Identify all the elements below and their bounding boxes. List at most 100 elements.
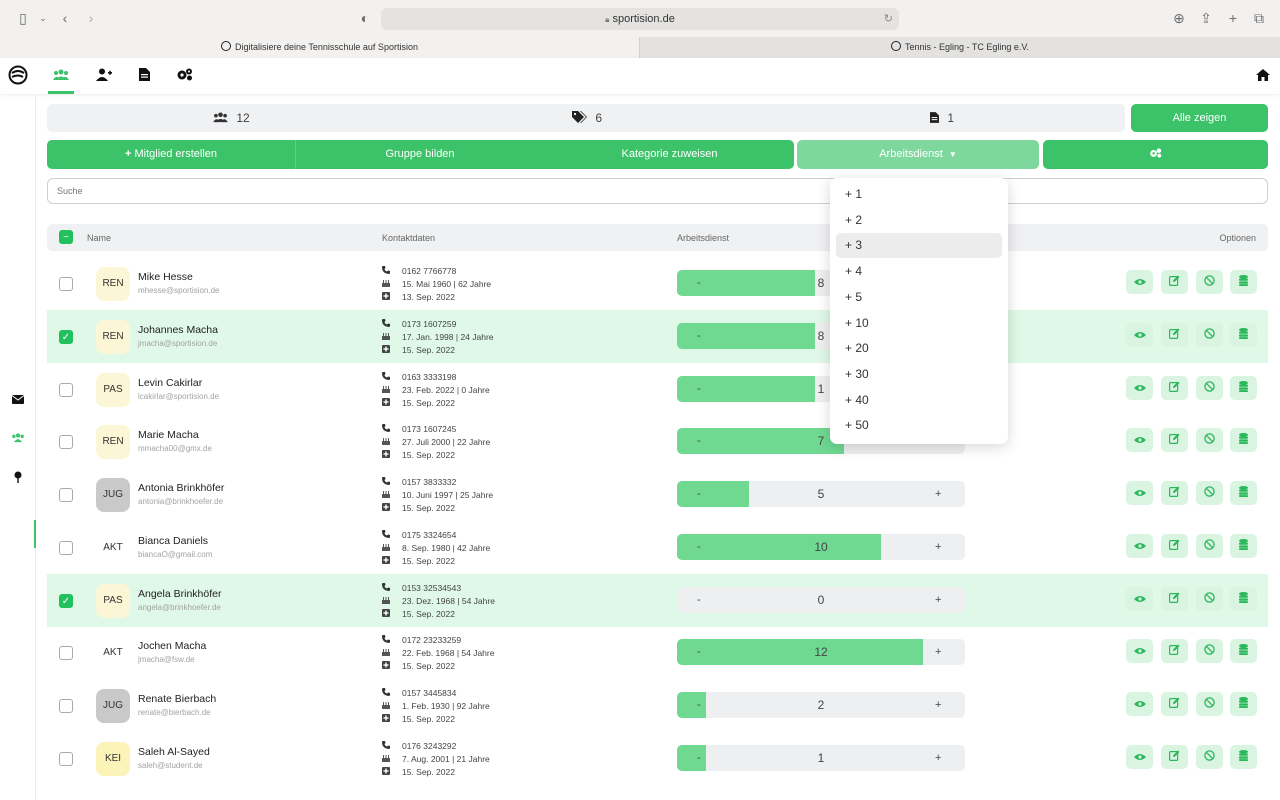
view-eye-icon[interactable] — [1126, 270, 1153, 294]
database-icon[interactable] — [1230, 375, 1257, 400]
table-row[interactable]: PAS Levin Cakirlar lcakirlar@sportision.… — [47, 363, 1268, 416]
create-member-button[interactable]: + Mitglied erstellen — [47, 140, 296, 169]
table-row[interactable]: AKT Bianca Daniels biancaO@gmail.com 017… — [47, 521, 1268, 574]
block-icon[interactable] — [1196, 639, 1223, 664]
block-icon[interactable] — [1196, 428, 1223, 453]
duty-increment-button[interactable]: + — [935, 481, 941, 507]
forward-icon[interactable]: › — [82, 9, 100, 27]
block-icon[interactable] — [1196, 744, 1223, 769]
tab-sportision[interactable]: Digitalisiere deine Tennisschule auf Spo… — [0, 37, 639, 58]
dropdown-item[interactable]: + 5 — [836, 285, 1002, 310]
dropdown-item[interactable]: + 10 — [836, 311, 1002, 336]
duty-decrement-button[interactable]: - — [697, 428, 701, 454]
table-row[interactable]: REN Mike Hesse mhesse@sportision.de 0162… — [47, 257, 1268, 310]
duty-increment-button[interactable]: + — [935, 745, 941, 771]
search-input[interactable] — [47, 178, 1268, 204]
reload-icon[interactable]: ↻ — [884, 8, 893, 30]
database-icon[interactable] — [1230, 744, 1257, 769]
block-icon[interactable] — [1196, 481, 1223, 505]
view-eye-icon[interactable] — [1126, 692, 1153, 716]
back-icon[interactable]: ‹ — [56, 9, 74, 27]
view-eye-icon[interactable] — [1126, 428, 1153, 453]
dropdown-item[interactable]: + 4 — [836, 259, 1002, 284]
show-all-button[interactable]: Alle zeigen — [1131, 104, 1268, 132]
row-checkbox[interactable] — [59, 435, 73, 450]
shield-icon[interactable]: ◐ — [356, 9, 374, 27]
column-settings-button[interactable] — [1043, 140, 1268, 169]
duty-increment-button[interactable]: + — [935, 639, 941, 665]
sidebar-toggle-icon[interactable]: ▯ — [14, 9, 32, 27]
row-checkbox[interactable] — [59, 751, 73, 766]
chevron-down-icon[interactable]: ⌄ — [34, 9, 52, 27]
row-checkbox[interactable] — [59, 277, 73, 291]
edit-icon[interactable] — [1161, 533, 1188, 558]
document-count[interactable]: 1 — [930, 104, 954, 132]
table-row[interactable]: ✓ PAS Angela Brinkhöfer angela@brinkhoef… — [47, 573, 1268, 627]
member-name[interactable]: Mike Hesse — [138, 271, 193, 283]
row-checkbox[interactable]: ✓ — [59, 329, 73, 344]
dropdown-item[interactable]: + 30 — [836, 362, 1002, 387]
dropdown-item[interactable]: + 2 — [836, 208, 1002, 233]
duty-decrement-button[interactable]: - — [697, 376, 701, 402]
row-checkbox[interactable] — [59, 488, 73, 502]
member-name[interactable]: Saleh Al-Sayed — [138, 746, 210, 758]
dropdown-item[interactable]: + 1 — [836, 182, 1002, 207]
duty-decrement-button[interactable]: - — [697, 639, 701, 665]
duty-increment-button[interactable]: + — [935, 534, 941, 560]
members-icon[interactable] — [8, 430, 28, 448]
member-name[interactable]: Renate Bierbach — [138, 693, 216, 705]
mail-icon[interactable] — [8, 391, 28, 409]
block-icon[interactable] — [1196, 692, 1223, 716]
duty-decrement-button[interactable]: - — [697, 692, 701, 718]
view-eye-icon[interactable] — [1126, 375, 1153, 400]
member-name[interactable]: Johannes Macha — [138, 324, 218, 336]
edit-icon[interactable] — [1161, 744, 1188, 769]
tab-overview-icon[interactable]: ⧉ — [1250, 9, 1268, 27]
edit-icon[interactable] — [1161, 322, 1188, 347]
address-bar[interactable]: 🔒︎ sportision.de ↻ — [381, 8, 899, 30]
select-all-checkbox[interactable]: − — [59, 230, 73, 244]
duty-decrement-button[interactable]: - — [697, 323, 701, 349]
member-name[interactable]: Levin Cakirlar — [138, 377, 202, 389]
work-duty-dropdown-button[interactable]: Arbeitsdienst ▼ — [797, 140, 1039, 169]
tag-count[interactable]: 6 — [572, 104, 602, 132]
assign-category-button[interactable]: Kategorie zuweisen — [545, 140, 794, 169]
sportision-logo[interactable] — [8, 65, 28, 85]
database-icon[interactable] — [1230, 428, 1257, 453]
home-icon[interactable] — [1253, 66, 1273, 86]
member-name[interactable]: Marie Macha — [138, 429, 199, 441]
new-tab-icon[interactable]: + — [1224, 9, 1242, 27]
members-icon[interactable] — [51, 66, 71, 86]
view-eye-icon[interactable] — [1126, 586, 1153, 611]
database-icon[interactable] — [1230, 322, 1257, 347]
document-icon[interactable] — [134, 66, 154, 86]
member-name[interactable]: Antonia Brinkhöfer — [138, 482, 224, 494]
view-eye-icon[interactable] — [1126, 322, 1153, 347]
block-icon[interactable] — [1196, 533, 1223, 558]
member-name[interactable]: Jochen Macha — [138, 640, 206, 652]
dropdown-item[interactable]: + 3 — [836, 233, 1002, 259]
row-checkbox[interactable] — [59, 699, 73, 713]
database-icon[interactable] — [1230, 270, 1257, 294]
dropdown-item[interactable]: + 50 — [836, 413, 1002, 438]
member-name[interactable]: Bianca Daniels — [138, 535, 208, 547]
edit-icon[interactable] — [1161, 481, 1188, 505]
duty-decrement-button[interactable]: - — [697, 745, 701, 771]
row-checkbox[interactable]: ✓ — [59, 593, 73, 608]
duty-decrement-button[interactable]: - — [697, 270, 701, 296]
table-row[interactable]: REN Marie Macha mmacha00@gmx.de 0173 160… — [47, 415, 1268, 468]
column-header-duty[interactable]: Arbeitsdienst — [677, 233, 729, 243]
table-row[interactable]: JUG Renate Bierbach renate@bierbach.de 0… — [47, 679, 1268, 732]
table-row[interactable]: JUG Antonia Brinkhöfer antonia@brinkhoef… — [47, 468, 1268, 521]
duty-decrement-button[interactable]: - — [697, 534, 701, 560]
column-header-name[interactable]: Name — [87, 233, 111, 243]
duty-increment-button[interactable]: + — [935, 587, 941, 613]
pin-icon[interactable] — [8, 470, 28, 488]
member-name[interactable]: Angela Brinkhöfer — [138, 588, 221, 600]
member-count[interactable]: 12 — [213, 104, 250, 132]
database-icon[interactable] — [1230, 533, 1257, 558]
table-row[interactable]: KEI Saleh Al-Sayed saleh@student.de 0176… — [47, 732, 1268, 785]
edit-icon[interactable] — [1161, 586, 1188, 611]
block-icon[interactable] — [1196, 322, 1223, 347]
dropdown-item[interactable]: + 20 — [836, 336, 1002, 361]
